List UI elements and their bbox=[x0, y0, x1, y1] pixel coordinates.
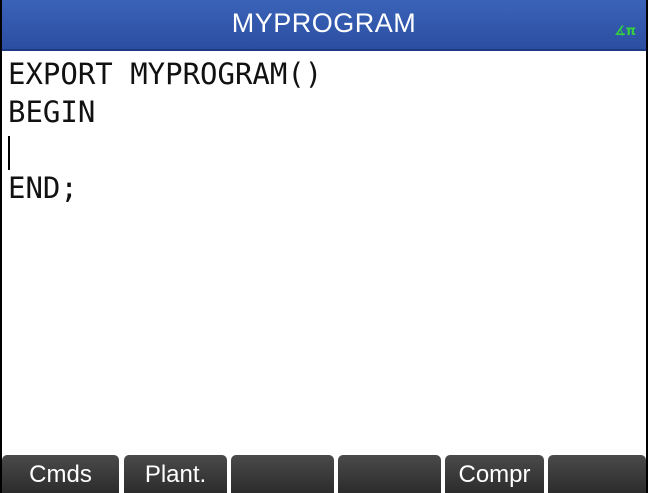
program-title: MYPROGRAM bbox=[231, 8, 417, 38]
code-line-end[interactable]: END; bbox=[8, 169, 640, 207]
softkey-empty-3[interactable] bbox=[231, 455, 334, 493]
softkey-cmds[interactable]: Cmds bbox=[2, 455, 119, 493]
softkey-plant[interactable]: Plant. bbox=[124, 455, 227, 493]
title-bar: MYPROGRAM ∡π bbox=[2, 0, 646, 51]
angle-mode-indicator: ∡π bbox=[614, 24, 636, 39]
code-line-export[interactable]: EXPORT MYPROGRAM() bbox=[8, 55, 640, 93]
softkey-bar: Cmds Plant. Compr bbox=[2, 455, 646, 493]
code-line-cursor[interactable] bbox=[8, 131, 640, 170]
softkey-empty-4[interactable] bbox=[338, 455, 441, 493]
code-line-begin[interactable]: BEGIN bbox=[8, 93, 640, 131]
program-editor[interactable]: EXPORT MYPROGRAM() BEGIN END; bbox=[8, 55, 640, 207]
text-cursor bbox=[8, 136, 10, 170]
softkey-compr[interactable]: Compr bbox=[445, 455, 544, 493]
calculator-screen: MYPROGRAM ∡π EXPORT MYPROGRAM() BEGIN EN… bbox=[0, 0, 648, 493]
softkey-empty-6[interactable] bbox=[548, 455, 646, 493]
